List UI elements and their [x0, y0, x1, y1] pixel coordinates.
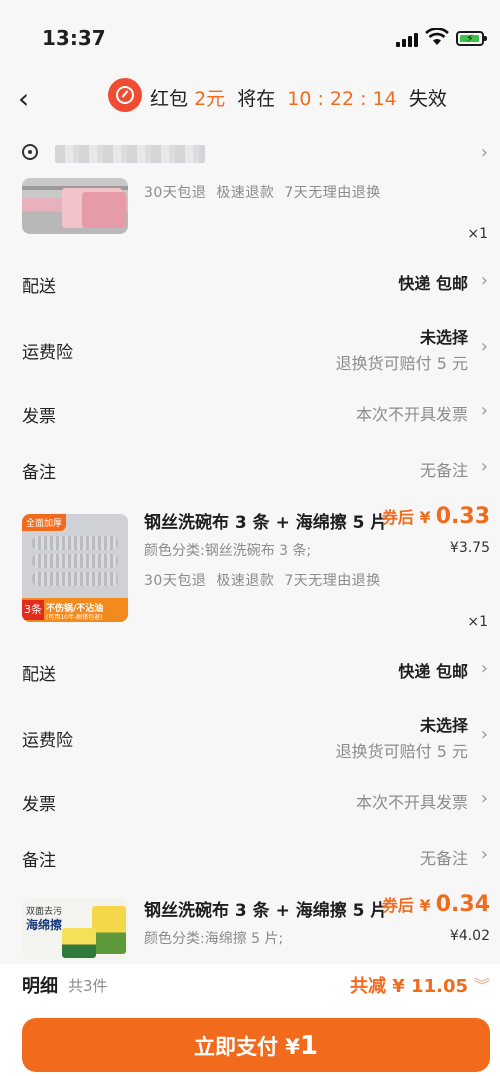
service-tag: 极速退款 [216, 185, 275, 201]
address-row[interactable]: › [0, 130, 500, 175]
shipping-insurance-row[interactable]: 运费险 未选择 退换货可赔付 5 元 › [0, 322, 500, 374]
invoice-value: 本次不开具发票 [355, 405, 468, 424]
row-label: 运费险 [22, 731, 73, 751]
price-value: 0.34 [435, 892, 490, 917]
page-header: ‹ 红包 2元 将在 10 : 22 : 14 失效 [0, 72, 500, 122]
detail-label[interactable]: 明细 [22, 972, 58, 998]
shipping-insurance-row[interactable]: 运费险 未选择 退换货可赔付 5 元 › [0, 710, 500, 762]
insurance-sub: 退换货可赔付 5 元 [335, 354, 468, 373]
service-tags: 30天包退 极速退款 7天无理由退换 [144, 570, 391, 590]
insurance-value: 未选择 [419, 328, 468, 347]
status-bar: 13:37 ⚡ [0, 0, 500, 70]
checkout-bar: 明细 共3件 共减 ¥ 11.05 ︾ 立即支付 ¥1 [0, 964, 500, 1076]
original-price: ¥4.02 [449, 928, 490, 944]
hongbao-label: 红包 [150, 88, 189, 110]
product-variant[interactable]: 颜色分类:海绵擦 5 片; [144, 928, 283, 948]
service-tag: 极速退款 [216, 573, 275, 589]
invoice-value: 本次不开具发票 [355, 793, 468, 812]
price-label: 券后 ¥ [381, 896, 431, 915]
row-label: 发票 [22, 407, 56, 427]
row-label: 运费险 [22, 343, 73, 363]
chevron-right-icon: › [480, 658, 488, 679]
invoice-row[interactable]: 发票 本次不开具发票 › [0, 780, 500, 820]
row-label: 发票 [22, 795, 56, 815]
row-label: 配送 [22, 665, 56, 685]
product-price: 券后 ¥ 0.34 [382, 892, 490, 917]
image-subcaption: (可用10年-耐锈包退) [46, 614, 103, 621]
note-row[interactable]: 备注 无备注 › [0, 836, 500, 876]
note-value: 无备注 [419, 849, 468, 868]
item-count: 共3件 [68, 977, 108, 995]
chevron-right-icon: › [480, 724, 488, 745]
image-count-badge: 3条 [22, 600, 44, 620]
row-label: 备注 [22, 463, 56, 483]
hongbao-timer-icon [108, 78, 142, 112]
product-title[interactable]: 钢丝洗碗布 3 条 + 海绵擦 5 片 [144, 896, 387, 921]
back-icon[interactable]: ‹ [18, 82, 29, 115]
note-value: 无备注 [419, 461, 468, 480]
quantity: ×1 [467, 614, 488, 630]
insurance-sub: 退换货可赔付 5 元 [335, 742, 468, 761]
wifi-icon [425, 28, 449, 45]
pay-amount: 1 [299, 1031, 319, 1061]
hongbao-amount: 2元 [194, 88, 226, 110]
product-title[interactable]: 钢丝洗碗布 3 条 + 海绵擦 5 片 [144, 508, 387, 533]
pay-label: 立即支付 ¥ [193, 1035, 300, 1059]
service-tag: 30天包退 [144, 185, 207, 201]
signal-icon [396, 33, 418, 47]
chevron-right-icon: › [480, 456, 488, 477]
quantity: ×1 [467, 226, 488, 242]
total-discount[interactable]: 共减 ¥ 11.05 [350, 972, 468, 998]
service-tags: 30天包退 极速退款 7天无理由退换 [144, 182, 391, 202]
address-text-blurred [55, 145, 205, 163]
product-image[interactable] [22, 178, 128, 234]
hongbao-countdown-banner: 红包 2元 将在 10 : 22 : 14 失效 [150, 84, 447, 111]
delivery-value: 快递 包邮 [398, 274, 468, 293]
invoice-row[interactable]: 发票 本次不开具发票 › [0, 392, 500, 432]
chevron-right-icon: › [480, 788, 488, 809]
chevron-right-icon: › [480, 844, 488, 865]
service-tag: 30天包退 [144, 573, 207, 589]
countdown-timer: 10 : 22 : 14 [287, 88, 397, 110]
chevron-right-icon: › [480, 336, 488, 357]
service-tag: 7天无理由退换 [284, 185, 381, 201]
expire-suffix: 失效 [408, 88, 447, 110]
chevron-right-icon: › [480, 270, 488, 291]
note-row[interactable]: 备注 无备注 › [0, 448, 500, 488]
pay-now-button[interactable]: 立即支付 ¥1 [22, 1018, 490, 1072]
row-label: 备注 [22, 851, 56, 871]
insurance-value: 未选择 [419, 716, 468, 735]
product-price: 券后 ¥ 0.33 [382, 504, 490, 529]
row-label: 配送 [22, 277, 56, 297]
service-tag: 7天无理由退换 [284, 573, 381, 589]
status-time: 13:37 [42, 26, 106, 50]
price-label: 券后 ¥ [381, 508, 431, 527]
expire-prefix: 将在 [237, 88, 276, 110]
delivery-row[interactable]: 配送 快递 包邮 › [0, 650, 500, 690]
delivery-value: 快递 包邮 [398, 662, 468, 681]
image-title: 海绵擦 [26, 918, 63, 932]
product-variant[interactable]: 颜色分类:钢丝洗碗布 3 条; [144, 540, 311, 560]
image-badge: 全面加厚 [22, 514, 67, 531]
chevron-right-icon: › [480, 142, 488, 163]
price-value: 0.33 [435, 504, 490, 529]
chevron-down-icon[interactable]: ︾ [474, 972, 490, 996]
location-icon [22, 144, 38, 160]
product-image[interactable]: 全面加厚 3条 不伤锅/不沾油 (可用10年-耐锈包退) [22, 514, 128, 622]
chevron-right-icon: › [480, 400, 488, 421]
delivery-row[interactable]: 配送 快递 包邮 › [0, 262, 500, 302]
product-image[interactable]: 双面去污 海绵擦 [22, 898, 128, 960]
battery-icon: ⚡ [456, 31, 487, 46]
original-price: ¥3.75 [449, 540, 490, 556]
